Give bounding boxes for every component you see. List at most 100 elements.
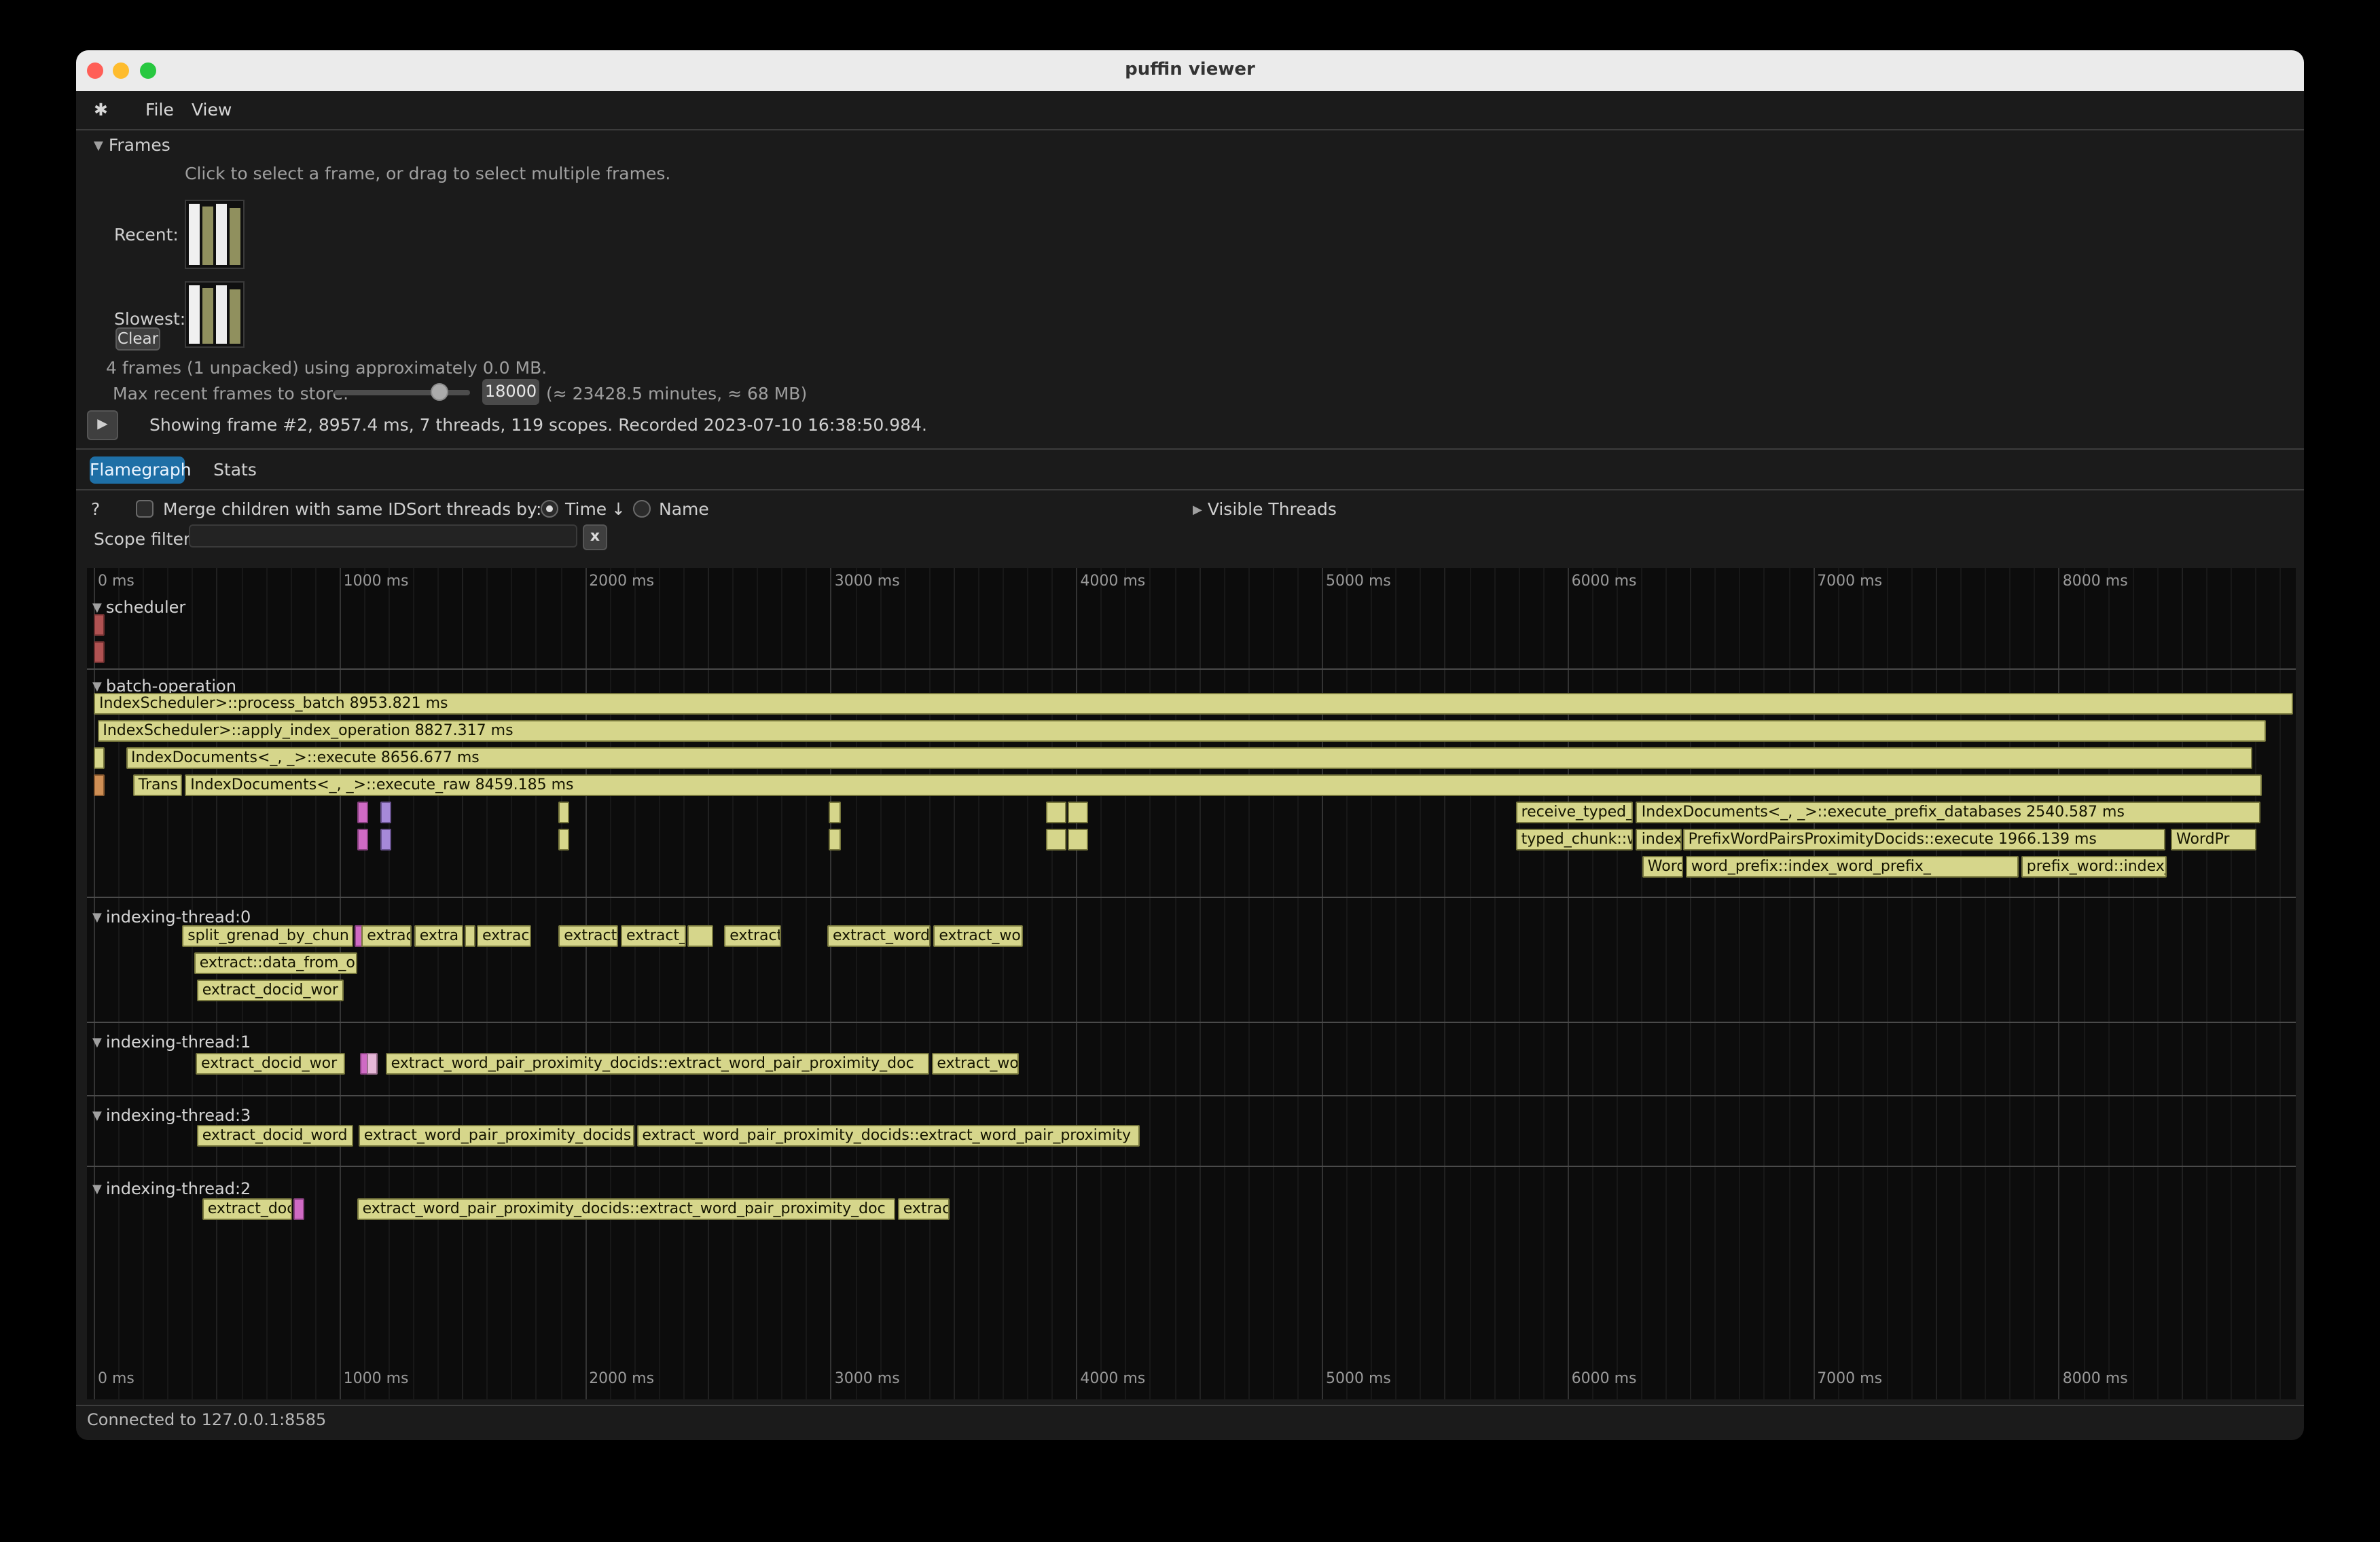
flame-scope-bar[interactable]: split_grenad_by_chun	[182, 925, 353, 947]
flame-scope-bar[interactable]	[828, 802, 840, 823]
flame-scope-bar[interactable]: extra	[414, 925, 463, 947]
flame-scope-bar[interactable]: extrac	[477, 925, 531, 947]
time-tick-label: 0 ms	[98, 572, 134, 590]
separator	[76, 489, 2304, 490]
flame-scope-bar[interactable]	[687, 925, 713, 947]
app-logo-icon[interactable]: ✱	[94, 91, 108, 128]
frame-thumb-bar[interactable]	[230, 289, 240, 344]
flame-scope-bar[interactable]	[558, 829, 569, 850]
flame-scope-bar[interactable]: typed_chunk::w	[1516, 829, 1633, 850]
flame-scope-bar[interactable]: extract_word_pair_proximity_docids::extr…	[357, 1198, 895, 1220]
flame-scope-bar[interactable]	[465, 925, 476, 947]
flame-scope-bar[interactable]: extract_	[621, 925, 686, 947]
flame-scope-bar[interactable]: extract	[724, 925, 781, 947]
sort-time-radio[interactable]	[541, 500, 558, 518]
flame-scope-bar[interactable]	[1045, 829, 1066, 850]
flame-scope-bar[interactable]	[358, 802, 369, 823]
flame-scope-bar[interactable]: receive_typed_	[1516, 802, 1633, 823]
max-frames-value[interactable]: 18000	[482, 379, 539, 405]
frames-section-header[interactable]: ▼ Frames	[94, 135, 170, 155]
thread-label[interactable]: ▼indexing-thread:2	[92, 1179, 251, 1198]
max-frames-slider[interactable]	[334, 390, 470, 395]
flame-scope-bar[interactable]: PrefixWordPairsProximityDocids::execute …	[1683, 829, 2166, 850]
flame-scope-bar[interactable]: prefix_word::index_prefix_wo	[2021, 856, 2166, 878]
slider-handle[interactable]	[431, 383, 448, 401]
thread-label[interactable]: ▼indexing-thread:3	[92, 1106, 251, 1125]
flame-scope-bar[interactable]	[828, 829, 840, 850]
sort-time-label[interactable]: Time	[565, 499, 607, 519]
thread-label[interactable]: ▼indexing-thread:0	[92, 908, 251, 927]
frame-thumb-bar[interactable]	[202, 288, 213, 344]
flame-scope-bar[interactable]: IndexDocuments<_, _>::execute_prefix_dat…	[1636, 802, 2260, 823]
flame-scope-bar[interactable]: Trans	[133, 774, 182, 796]
recent-frames-thumbnail[interactable]	[185, 200, 245, 269]
flame-scope-bar[interactable]: IndexScheduler>::process_batch 8953.821 …	[94, 693, 2293, 715]
merge-children-label[interactable]: Merge children with same ID	[163, 499, 406, 519]
flame-scope-bar[interactable]: extract_doc	[202, 1198, 292, 1220]
flame-scope-bar[interactable]	[94, 747, 105, 769]
flame-scope-bar[interactable]: Word	[1642, 856, 1683, 878]
frame-thumb-bar[interactable]	[216, 204, 227, 265]
merge-children-checkbox[interactable]	[136, 500, 154, 518]
tab-stats[interactable]: Stats	[208, 456, 262, 484]
tab-flamegraph[interactable]: Flamegraph	[90, 456, 185, 484]
flame-scope-bar[interactable]: IndexDocuments<_, _>::execute_raw 8459.1…	[185, 774, 2262, 796]
flame-scope-bar[interactable]	[366, 1053, 377, 1075]
frame-thumb-bar[interactable]	[216, 285, 227, 344]
flame-scope-bar[interactable]: extract_docid_word	[197, 1125, 353, 1147]
menu-view[interactable]: View	[192, 91, 232, 128]
flame-scope-bar[interactable]: extract_word_pair_proximity_docids::extr…	[386, 1053, 929, 1075]
slowest-frames-thumbnail[interactable]	[185, 281, 245, 348]
thread-separator	[87, 897, 2296, 898]
flame-scope-bar[interactable]	[293, 1198, 304, 1220]
flame-scope-bar[interactable]: extract_docid_wor	[196, 1053, 346, 1075]
visible-threads-header[interactable]: ▶ Visible Threads	[1193, 499, 1337, 519]
frame-thumb-bar[interactable]	[202, 207, 213, 265]
frame-thumb-bar[interactable]	[189, 204, 200, 265]
thread-separator	[87, 1095, 2296, 1096]
flame-scope-bar[interactable]	[1045, 802, 1066, 823]
thread-name: indexing-thread:0	[106, 908, 251, 927]
flame-scope-bar[interactable]: extrac	[898, 1198, 950, 1220]
flame-scope-bar[interactable]: IndexScheduler>::apply_index_operation 8…	[97, 720, 2265, 742]
flame-scope-bar[interactable]: extract_docid_wor	[197, 980, 344, 1001]
flame-scope-bar[interactable]	[94, 774, 105, 796]
help-button[interactable]: ?	[91, 499, 100, 519]
flame-scope-bar[interactable]: extract_word	[827, 925, 931, 947]
flame-scope-bar[interactable]: index	[1636, 829, 1682, 850]
flame-scope-bar[interactable]: IndexDocuments<_, _>::execute 8656.677 m…	[126, 747, 2252, 769]
flame-scope-bar[interactable]	[1068, 829, 1088, 850]
thread-name: scheduler	[106, 598, 185, 617]
flame-scope-bar[interactable]: extract_wo	[931, 1053, 1018, 1075]
menu-file[interactable]: File	[145, 91, 174, 128]
sort-direction-icon[interactable]: ↓	[611, 499, 626, 519]
clear-button[interactable]: Clear	[115, 327, 160, 351]
thread-label[interactable]: ▼indexing-thread:1	[92, 1033, 251, 1052]
flamegraph-canvas[interactable]: 0 ms0 ms1000 ms1000 ms2000 ms2000 ms3000…	[87, 568, 2296, 1399]
play-button[interactable]: ▶	[87, 410, 118, 440]
flame-scope-bar[interactable]: extract_word_pair_proximity_docids	[359, 1125, 634, 1147]
flame-scope-bar[interactable]: WordPr	[2171, 829, 2256, 850]
sort-name-radio[interactable]	[633, 500, 651, 518]
flame-scope-bar[interactable]: extract_	[558, 925, 618, 947]
flame-scope-bar[interactable]	[1068, 802, 1088, 823]
flame-scope-bar[interactable]	[94, 614, 105, 636]
flame-scope-bar[interactable]	[94, 641, 105, 663]
separator	[76, 1405, 2304, 1406]
frame-thumb-bar[interactable]	[230, 207, 240, 265]
flame-scope-bar[interactable]	[358, 829, 369, 850]
flame-scope-bar[interactable]: extract_wo	[933, 925, 1023, 947]
flame-scope-bar[interactable]	[380, 829, 391, 850]
max-frames-label: Max recent frames to store:	[113, 383, 348, 404]
frame-thumb-bar[interactable]	[189, 285, 200, 344]
flame-scope-bar[interactable]	[380, 802, 391, 823]
flame-scope-bar[interactable]: extract::data_from_ob	[194, 952, 357, 974]
scope-filter-input[interactable]	[189, 524, 577, 548]
flame-scope-bar[interactable]: extract_word_pair_proximity_docids::extr…	[636, 1125, 1139, 1147]
sort-name-label[interactable]: Name	[659, 499, 709, 519]
thread-label[interactable]: ▼scheduler	[92, 598, 185, 617]
flame-scope-bar[interactable]: extract	[361, 925, 412, 947]
flame-scope-bar[interactable]: word_prefix::index_word_prefix_	[1686, 856, 2019, 878]
scope-filter-clear-button[interactable]: x	[583, 524, 607, 550]
flame-scope-bar[interactable]	[558, 802, 569, 823]
